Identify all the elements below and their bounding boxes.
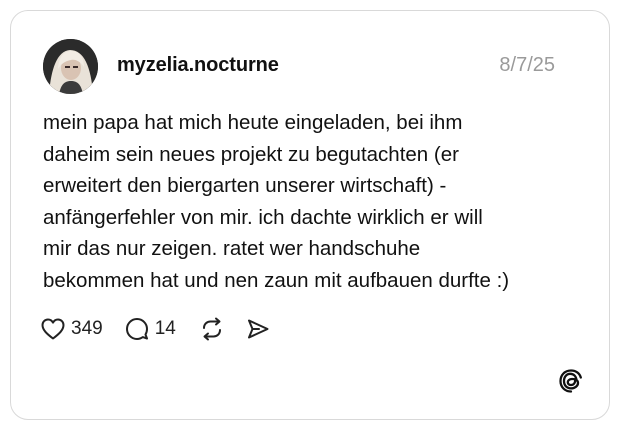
reply-button[interactable]: 14 bbox=[125, 317, 176, 341]
comment-icon bbox=[125, 318, 148, 340]
post-text-line: erweitert den biergarten unserer wirtsch… bbox=[43, 174, 447, 197]
repost-button[interactable] bbox=[200, 317, 224, 341]
repost-icon bbox=[202, 317, 221, 341]
post-card: myzelia.nocturne 8/7/25 mein papa hat mi… bbox=[10, 10, 610, 420]
threads-logo-icon bbox=[559, 369, 582, 393]
post-text: mein papa hat mich heute eingeladen, bei… bbox=[43, 107, 583, 296]
avatar[interactable] bbox=[43, 39, 98, 94]
send-icon bbox=[247, 319, 269, 339]
post-text-line: mir das nur zeigen. ratet wer handschuhe bbox=[43, 237, 421, 260]
reply-count: 14 bbox=[154, 318, 176, 339]
username[interactable]: myzelia.nocturne bbox=[117, 54, 279, 77]
post-text-line: anfängerfehler von mir. ich dachte wirkl… bbox=[43, 205, 483, 229]
heart-icon bbox=[41, 318, 65, 340]
like-button[interactable]: 349 bbox=[41, 318, 103, 340]
post-date: 8/7/25 bbox=[499, 54, 555, 76]
post-text-line: daheim sein neues projekt zu begutachten… bbox=[43, 142, 459, 166]
like-count: 349 bbox=[71, 318, 103, 339]
post-text-line: bekommen hat und nen zaun mit aufbauen d… bbox=[43, 268, 510, 292]
post-text-line: mein papa hat mich heute eingeladen, bei… bbox=[43, 111, 463, 134]
share-button[interactable] bbox=[246, 317, 270, 341]
action-bar: 349 14 bbox=[41, 315, 270, 343]
